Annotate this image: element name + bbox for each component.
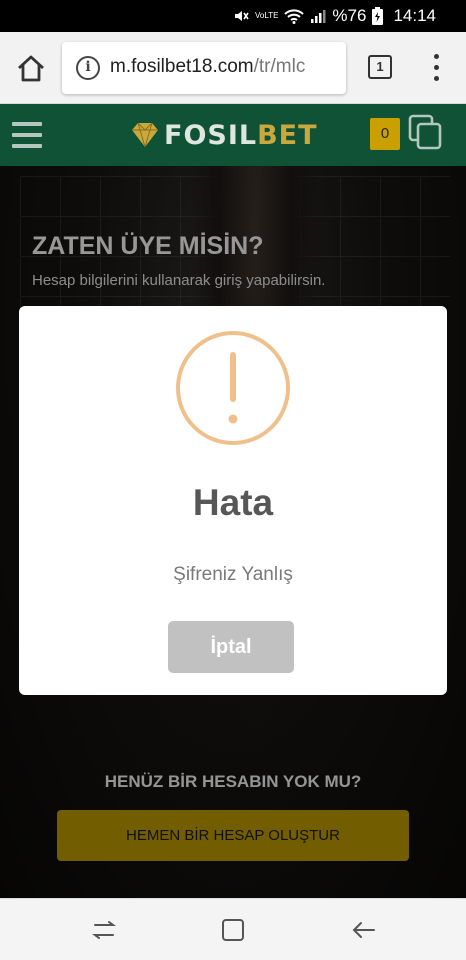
wifi-icon [284, 9, 305, 24]
volte-icon: VoLTE [255, 11, 279, 20]
status-time: 14:14 [393, 6, 436, 25]
dialog-title: Hata [192, 482, 274, 523]
diamond-logo-icon [132, 122, 158, 148]
recents-icon[interactable] [89, 915, 119, 945]
overflow-menu-icon[interactable] [428, 54, 444, 82]
cancel-button[interactable]: İptal [168, 621, 294, 673]
logo-text: FOSILBET [164, 120, 318, 151]
signal-icon [311, 10, 326, 23]
hamburger-menu-icon[interactable] [12, 122, 42, 148]
warning-icon [176, 331, 290, 445]
url-path: /tr/mlc [253, 56, 306, 77]
mute-icon [235, 11, 249, 21]
url-text: m.fosilbet18.com/tr/mlc [110, 56, 305, 78]
site-header: FOSILBET 0 [0, 104, 466, 166]
url-domain: m.fosilbet18.com [110, 56, 254, 77]
tabs-icon[interactable]: 1 [368, 55, 392, 79]
system-nav-bar [0, 898, 466, 960]
browser-toolbar: i m.fosilbet18.com/tr/mlc 1 [0, 32, 466, 104]
info-icon[interactable]: i [76, 56, 100, 80]
status-bar: VoLTE %76 14:14 [0, 0, 466, 32]
site-logo[interactable]: FOSILBET [130, 118, 318, 152]
copy-icon[interactable] [408, 114, 442, 150]
error-dialog: Hata Şifreniz Yanlış İptal [19, 306, 447, 695]
battery-icon [372, 7, 384, 25]
dialog-message: Şifreniz Yanlış [173, 564, 293, 585]
back-icon[interactable] [349, 915, 379, 945]
battery-percentage: %76 [332, 6, 367, 25]
address-bar[interactable]: i m.fosilbet18.com/tr/mlc [62, 42, 346, 94]
status-icons: VoLTE [233, 8, 326, 24]
cart-count-badge[interactable]: 0 [370, 118, 400, 150]
home-square-icon[interactable] [218, 915, 248, 945]
logo-text-part2: BET [257, 119, 318, 151]
logo-text-part1: FOSIL [164, 119, 258, 151]
home-icon[interactable] [14, 52, 48, 86]
